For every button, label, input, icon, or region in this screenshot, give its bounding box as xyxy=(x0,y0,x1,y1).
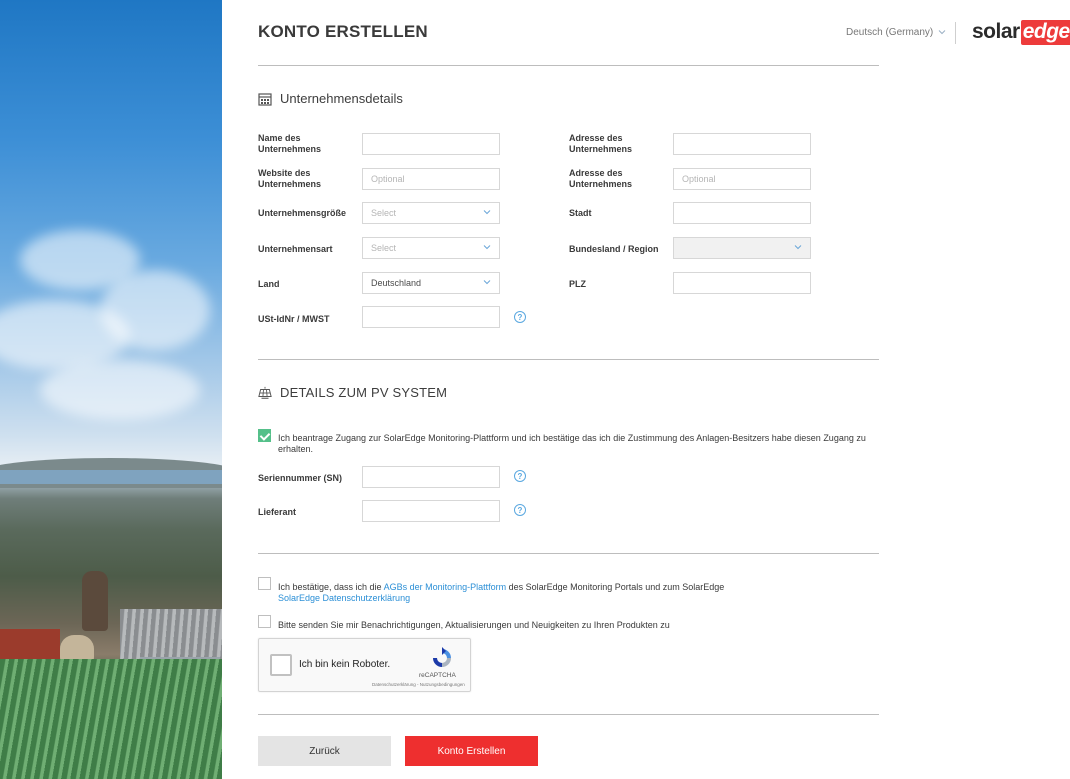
back-button[interactable]: Zurück xyxy=(258,736,391,766)
company-type-value: Select xyxy=(371,243,397,253)
recaptcha-brand: reCAPTCHA xyxy=(419,672,456,679)
newsletter-text: Bitte senden Sie mir Benachrichtigungen,… xyxy=(278,620,670,630)
company-website-label: Website des Unternehmens xyxy=(258,168,322,189)
header-divider xyxy=(955,22,956,44)
language-label: Deutsch (Germany) xyxy=(846,27,934,38)
recaptcha-privacy[interactable]: Datenschutzerklärung - Nutzungsbedingung… xyxy=(372,682,465,687)
divider xyxy=(258,553,879,554)
chevron-down-icon xyxy=(794,245,802,250)
serial-number-label: Seriennummer (SN) xyxy=(258,473,343,483)
chevron-down-icon xyxy=(483,210,491,215)
company-address2-label: Adresse des Unternehmens xyxy=(569,168,633,189)
create-account-button[interactable]: Konto Erstellen xyxy=(405,736,538,766)
building-icon xyxy=(258,92,272,106)
terms-text: Ich bestätige, dass ich die AGBs der Mon… xyxy=(278,582,725,603)
company-address1-label: Adresse des Unternehmens xyxy=(569,133,633,154)
company-size-value: Select xyxy=(371,208,397,218)
company-name-label: Name des Unternehmens xyxy=(258,133,322,154)
recaptcha-widget: Ich bin kein Roboter. reCAPTCHA Datensch… xyxy=(258,638,471,692)
solaredge-logo: solar edge xyxy=(972,20,1070,45)
zip-label: PLZ xyxy=(569,279,586,289)
company-name-input[interactable] xyxy=(362,133,500,155)
divider xyxy=(258,714,879,715)
solar-panel-icon xyxy=(258,386,272,400)
pv-section-title: DETAILS ZUM PV SYSTEM xyxy=(280,385,448,400)
newsletter-checkbox[interactable] xyxy=(258,615,271,628)
terms-checkbox[interactable] xyxy=(258,577,271,590)
vat-input[interactable] xyxy=(362,306,500,328)
company-website-input[interactable]: Optional xyxy=(362,168,500,190)
country-label: Land xyxy=(258,279,280,289)
supplier-label: Lieferant xyxy=(258,507,297,517)
state-select[interactable] xyxy=(673,237,811,259)
serial-number-input[interactable] xyxy=(362,466,500,488)
supplier-input[interactable] xyxy=(362,500,500,522)
company-size-label: Unternehmensgröße xyxy=(258,208,347,218)
hero-image xyxy=(0,0,222,779)
company-address2-input[interactable]: Optional xyxy=(673,168,811,190)
privacy-link[interactable]: SolarEdge Datenschutzerklärung xyxy=(278,593,410,603)
help-icon[interactable]: ? xyxy=(514,311,526,323)
city-input[interactable] xyxy=(673,202,811,224)
country-value: Deutschland xyxy=(371,278,422,288)
terms-link[interactable]: AGBs der Monitoring-Plattform xyxy=(384,582,507,592)
company-type-label: Unternehmensart xyxy=(258,244,333,254)
city-label: Stadt xyxy=(569,208,592,218)
recaptcha-checkbox[interactable] xyxy=(270,654,292,676)
zip-input[interactable] xyxy=(673,272,811,294)
company-size-select[interactable]: Select xyxy=(362,202,500,224)
chevron-down-icon xyxy=(483,245,491,250)
access-consent-checkbox[interactable] xyxy=(258,429,271,442)
help-icon[interactable]: ? xyxy=(514,504,526,516)
chevron-down-icon xyxy=(483,280,491,285)
country-select[interactable]: Deutschland xyxy=(362,272,500,294)
page-title: KONTO ERSTELLEN xyxy=(258,22,428,41)
help-icon[interactable]: ? xyxy=(514,470,526,482)
company-type-select[interactable]: Select xyxy=(362,237,500,259)
divider xyxy=(258,359,879,360)
recaptcha-label: Ich bin kein Roboter. xyxy=(299,659,391,670)
company-section-header: Unternehmensdetails xyxy=(258,91,403,106)
divider xyxy=(258,65,879,66)
language-selector[interactable]: Deutsch (Germany) xyxy=(846,27,946,38)
company-address1-input[interactable] xyxy=(673,133,811,155)
chevron-down-icon xyxy=(938,28,946,38)
vat-label: USt-IdNr / MWST xyxy=(258,314,330,324)
state-label: Bundesland / Region xyxy=(569,244,659,254)
access-consent-text: Ich beantrage Zugang zur SolarEdge Monit… xyxy=(278,433,866,454)
pv-section-header: DETAILS ZUM PV SYSTEM xyxy=(258,385,447,400)
recaptcha-icon xyxy=(433,647,451,667)
company-section-title: Unternehmensdetails xyxy=(280,91,403,106)
